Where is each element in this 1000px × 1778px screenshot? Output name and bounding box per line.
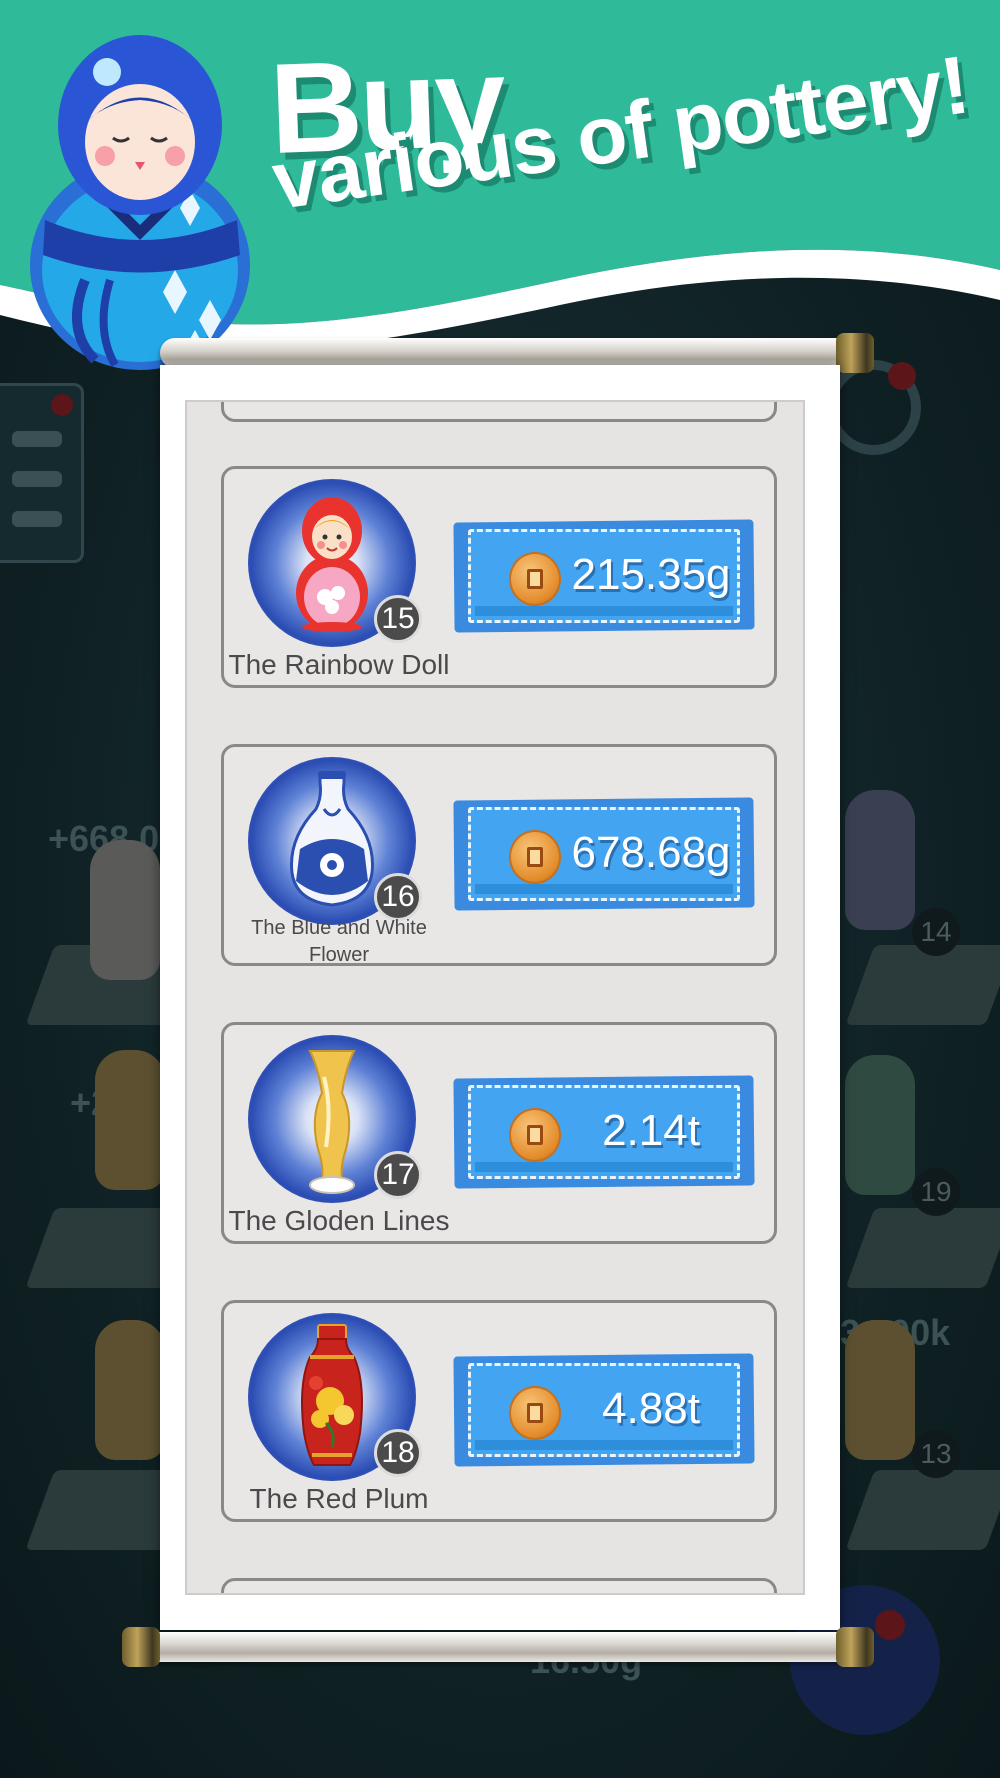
- buy-button[interactable]: 2.14t: [468, 1085, 740, 1179]
- buy-button[interactable]: 678.68g: [468, 807, 740, 901]
- bg-vase: [95, 1050, 165, 1190]
- level-badge: 16: [374, 873, 422, 921]
- bg-vase: [845, 790, 915, 930]
- notification-dot: [875, 1610, 905, 1640]
- bg-vase: [90, 840, 160, 980]
- item-name: The Blue and White Flower: [251, 917, 427, 966]
- scroll-bottom-rod: [130, 1632, 870, 1662]
- scroll-rod-cap: [836, 333, 874, 373]
- golden-vase-icon: [308, 1050, 356, 1194]
- scroll-top-rod: [160, 338, 850, 368]
- list-item-partial: [221, 402, 777, 422]
- shop-item: 17 The Gloden Lines 2.14t: [221, 1022, 777, 1244]
- price-label: 4.88t: [602, 1384, 700, 1433]
- price-label: 2.14t: [602, 1106, 700, 1155]
- notification-dot: [51, 394, 73, 416]
- blue-white-vase-icon: [290, 771, 374, 907]
- buy-button[interactable]: 4.88t: [468, 1363, 740, 1457]
- item-name: The Red Plum: [249, 1483, 429, 1514]
- promo-banner: Buy various of pottery!: [0, 0, 1000, 370]
- notification-dot: [888, 362, 916, 390]
- shop-list[interactable]: 15 The Rainbow Doll 215.35g 16 The Blue …: [185, 400, 805, 1595]
- bg-level-badge: 13: [912, 1430, 960, 1478]
- kokeshi-doll-mascot-icon: [30, 35, 250, 370]
- price-label: 215.35g: [571, 550, 731, 599]
- price-label: 678.68g: [571, 828, 731, 877]
- red-vase-icon: [301, 1324, 363, 1466]
- list-item-partial: [221, 1578, 777, 1593]
- level-badge: 15: [374, 595, 422, 643]
- menu-button[interactable]: [0, 383, 84, 563]
- level-badge: 17: [374, 1151, 422, 1199]
- coin-icon: [509, 552, 561, 606]
- buy-button[interactable]: 215.35g: [468, 529, 740, 623]
- bg-pedestal: [845, 1208, 1000, 1288]
- level-badge: 18: [374, 1429, 422, 1477]
- bg-vase: [845, 1320, 915, 1460]
- matryoshka-doll-icon: [296, 497, 368, 632]
- bg-level-badge: 19: [912, 1168, 960, 1216]
- shop-item: 15 The Rainbow Doll 215.35g: [221, 466, 777, 688]
- shop-item: 16 The Blue and White Flower 678.68g: [221, 744, 777, 966]
- scroll-rod-cap: [122, 1627, 160, 1667]
- item-name: The Gloden Lines: [228, 1205, 450, 1236]
- bg-vase: [845, 1055, 915, 1195]
- coin-icon: [509, 1108, 561, 1162]
- bg-pedestal: [845, 1470, 1000, 1550]
- shop-item: 18 The Red Plum 4.88t: [221, 1300, 777, 1522]
- item-name: The Rainbow Doll: [228, 649, 450, 680]
- bg-level-badge: 14: [912, 908, 960, 956]
- bg-vase: [95, 1320, 165, 1460]
- scroll-rod-cap: [836, 1627, 874, 1667]
- coin-icon: [509, 830, 561, 884]
- coin-icon: [509, 1386, 561, 1440]
- bg-pedestal: [845, 945, 1000, 1025]
